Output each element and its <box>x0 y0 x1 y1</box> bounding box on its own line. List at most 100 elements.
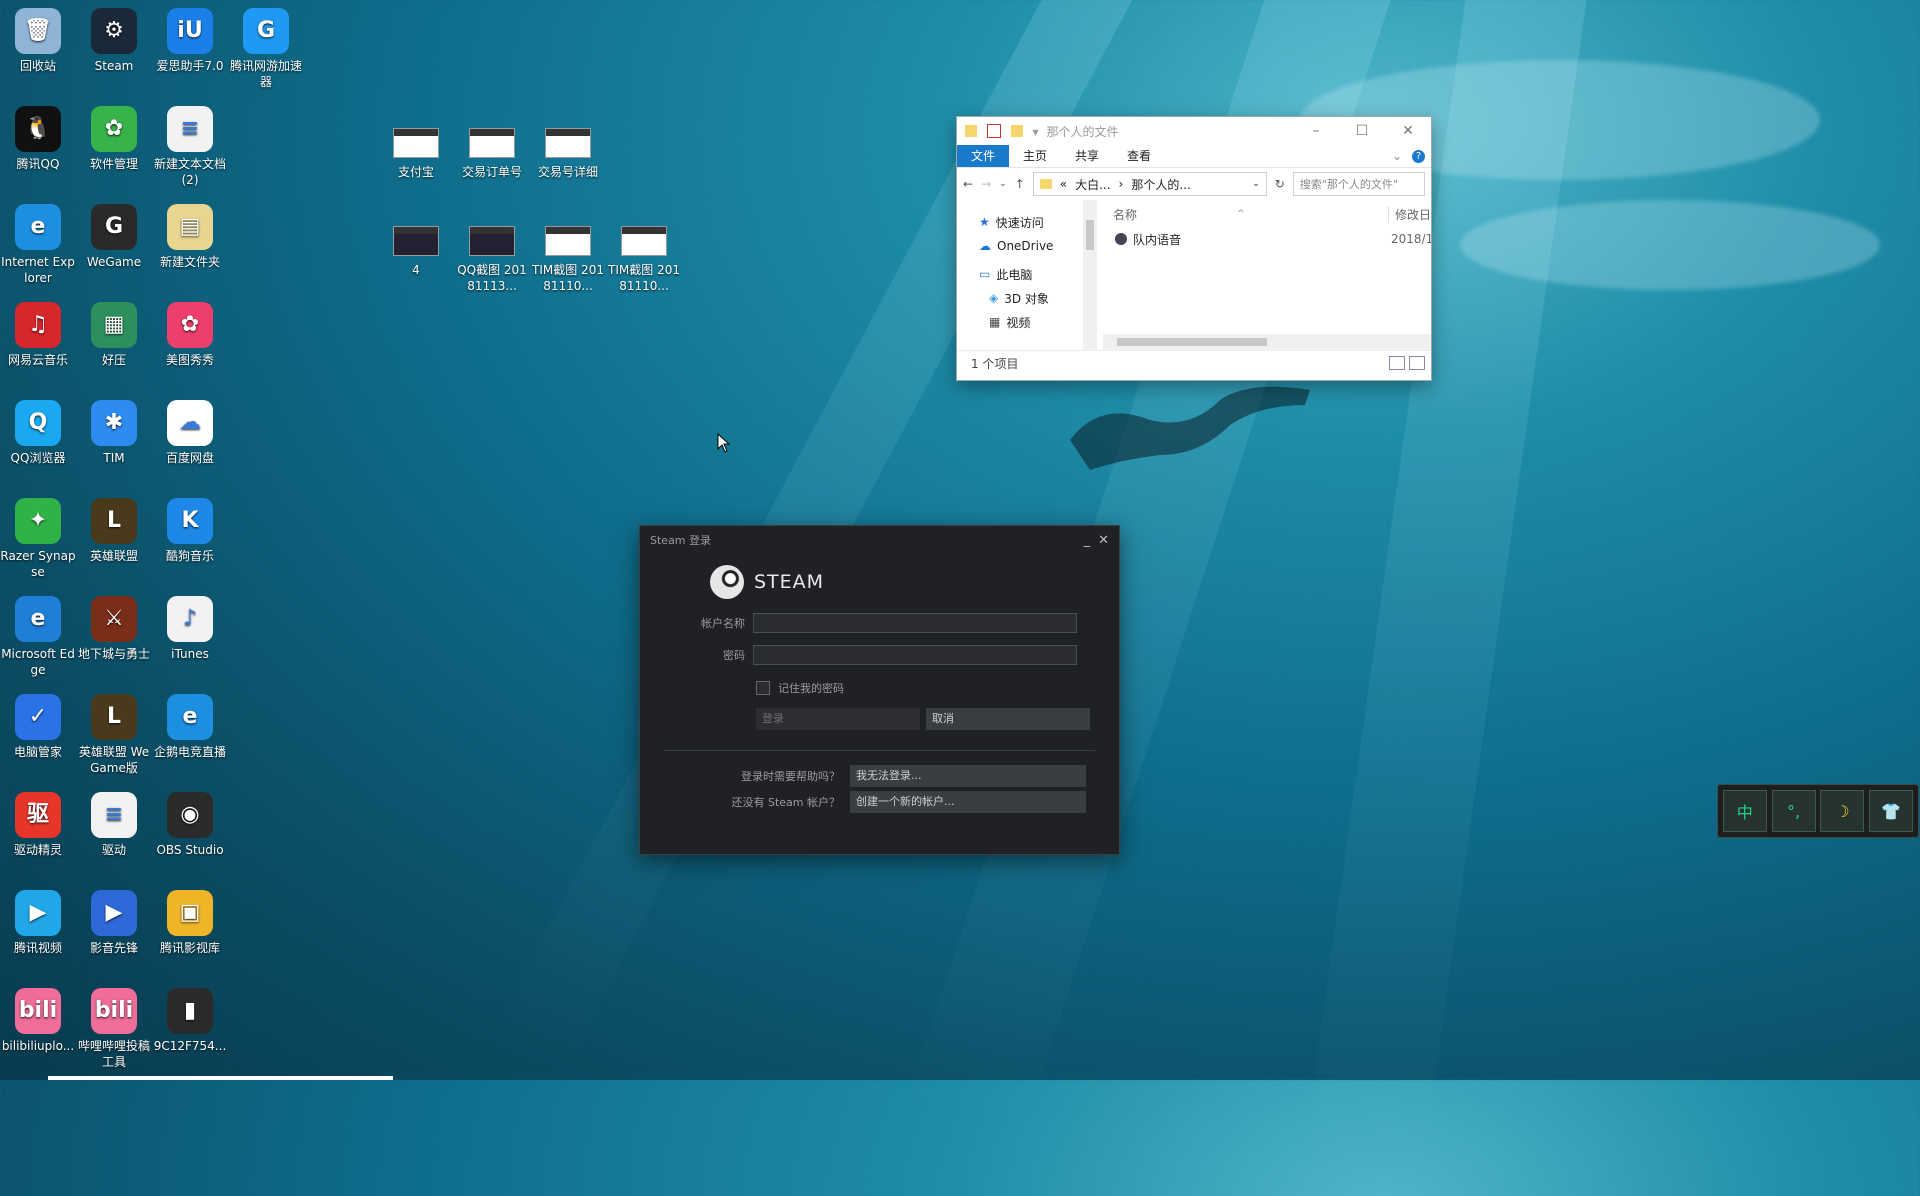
navigation-pane: ★ 快速访问 ☁ OneDrive ▭ 此电脑 ◈ 3D 对象 ▦ 视频 <box>957 200 1097 350</box>
ime-chinese-mode-icon[interactable]: 中 <box>1722 790 1767 832</box>
desktop-icon-label: TIM <box>103 451 125 465</box>
recent-dropdown-icon[interactable]: ⌄ <box>999 179 1007 189</box>
remember-password-label[interactable]: 记住我的密码 <box>778 680 844 696</box>
remember-password-checkbox[interactable] <box>756 681 770 695</box>
desktop-file[interactable]: 交易订单号 <box>454 118 530 180</box>
ime-skin-icon[interactable]: 👕 <box>1869 790 1914 832</box>
desktop-icon[interactable]: ▤ 新建文件夹 <box>152 202 228 270</box>
details-view-icon[interactable] <box>1389 356 1405 370</box>
desktop-icon[interactable]: e Internet Explorer <box>0 202 76 286</box>
desktop-icon[interactable]: e Microsoft Edge <box>0 594 76 678</box>
desktop-icon[interactable]: ✿ 美图秀秀 <box>152 300 228 368</box>
nav-item[interactable]: ☁ OneDrive <box>957 234 1097 258</box>
desktop-icon[interactable]: ✿ 软件管理 <box>76 104 152 172</box>
desktop-icon[interactable]: K 酷狗音乐 <box>152 496 228 564</box>
breadcrumb-item[interactable]: 大白... <box>1075 176 1110 193</box>
help-icon[interactable]: ? <box>1412 149 1425 163</box>
search-input[interactable]: 搜索"那个人的文件" <box>1292 172 1425 196</box>
new-folder-icon[interactable] <box>1010 125 1023 138</box>
desktop-icon[interactable]: ◉ OBS Studio <box>152 790 228 858</box>
ribbon-tab-file[interactable]: 文件 <box>957 145 1010 167</box>
explorer-titlebar[interactable]: ▾ 那个人的文件 – ☐ ✕ <box>957 117 1431 145</box>
password-input[interactable] <box>753 645 1077 665</box>
ime-punctuation-icon[interactable]: °, <box>1771 790 1816 832</box>
dropdown-arrow-icon[interactable]: ▾ <box>1032 125 1040 139</box>
account-input[interactable] <box>753 613 1077 633</box>
desktop-icon[interactable]: G WeGame <box>76 202 152 270</box>
ribbon-tab-share[interactable]: 共享 <box>1061 145 1113 167</box>
create-account-button[interactable]: 创建一个新的帐户... <box>850 791 1086 813</box>
steam-titlebar[interactable]: Steam 登录 _ ✕ <box>640 526 1119 554</box>
cancel-button[interactable]: 取消 <box>926 708 1090 730</box>
nav-item[interactable]: ◈ 3D 对象 <box>957 286 1097 310</box>
nav-item[interactable]: ★ 快速访问 <box>957 210 1097 234</box>
desktop-icon[interactable]: bili 哔哩哔哩投稿工具 <box>76 986 152 1070</box>
desktop-icon[interactable]: ✦ Razer Synapse <box>0 496 76 580</box>
refresh-icon[interactable]: ↻ <box>1275 177 1285 191</box>
desktop-file[interactable]: QQ截图 20181113... <box>454 216 530 294</box>
desktop-icon[interactable]: ≡ 驱动 <box>76 790 152 858</box>
ribbon-tab-home[interactable]: 主页 <box>1009 145 1061 167</box>
desktop-file[interactable]: 交易号详细 <box>530 118 606 180</box>
login-button[interactable]: 登录 <box>756 708 920 730</box>
desktop-icon[interactable]: ✱ TIM <box>76 398 152 466</box>
desktop-icon[interactable]: ▶ 影音先锋 <box>76 888 152 956</box>
horizontal-scrollbar[interactable] <box>1103 334 1431 350</box>
desktop-icon[interactable]: 🐧 腾讯QQ <box>0 104 76 172</box>
desktop-icon[interactable]: ≡ 新建文本文档 (2) <box>152 104 228 188</box>
desktop-icon[interactable]: ⚙ Steam <box>76 6 152 74</box>
desktop-icon[interactable]: Q QQ浏览器 <box>0 398 76 466</box>
desktop-icon[interactable]: ▮ 9C12F754... <box>152 986 228 1054</box>
desktop-icon[interactable]: bili bilibiliuplo... <box>0 986 76 1054</box>
column-header-modified[interactable]: 修改日 <box>1388 205 1431 223</box>
desktop-icon[interactable]: ⚔ 地下城与勇士 <box>76 594 152 662</box>
file-explorer-window[interactable]: ▾ 那个人的文件 – ☐ ✕ 文件 主页 共享 查看 ⌄ ? ← → ⌄ ↑ «… <box>956 116 1432 381</box>
back-icon[interactable]: ← <box>963 177 973 191</box>
desktop-icon[interactable]: ♪ iTunes <box>152 594 228 662</box>
desktop-icon[interactable]: ▣ 腾讯影视库 <box>152 888 228 956</box>
column-header-name[interactable]: 名称 <box>1113 206 1137 223</box>
desktop-icon[interactable]: 驱驱动精灵 <box>0 790 76 858</box>
desktop-icon-label: 哔哩哔哩投稿工具 <box>77 1039 150 1069</box>
ime-toolbar[interactable]: 中 °, ☽ 👕 <box>1717 784 1919 838</box>
up-icon[interactable]: ↑ <box>1015 177 1025 191</box>
desktop-icon[interactable]: L 英雄联盟 <box>76 496 152 564</box>
desktop-file[interactable]: TIM截图 20181110... <box>530 216 606 294</box>
desktop-file[interactable]: 4 <box>378 216 454 278</box>
ribbon-expand-icon[interactable]: ⌄ <box>1392 145 1402 167</box>
address-bar[interactable]: « 大白... › 那个人的... ⌄ <box>1032 172 1267 196</box>
large-icons-view-icon[interactable] <box>1409 356 1425 370</box>
desktop-icon[interactable]: e 企鹅电竞直播 <box>152 692 228 760</box>
nav-item[interactable]: ▦ 视频 <box>957 310 1097 334</box>
desktop-icon[interactable]: iU 爱思助手7.0 <box>152 6 228 74</box>
desktop-icon[interactable]: ▦ 好压 <box>76 300 152 368</box>
ribbon-tab-view[interactable]: 查看 <box>1113 145 1165 167</box>
file-row[interactable]: 队内语音 2018/1 <box>1097 228 1431 250</box>
desktop-icon[interactable]: L 英雄联盟 WeGame版 <box>76 692 152 776</box>
properties-icon[interactable] <box>986 124 1001 139</box>
nav-scrollbar[interactable] <box>1083 200 1097 350</box>
breadcrumb-overflow[interactable]: « <box>1060 177 1067 191</box>
desktop-icon[interactable]: ☁ 百度网盘 <box>152 398 228 466</box>
nav-item[interactable]: ▭ 此电脑 <box>957 262 1097 286</box>
desktop-file[interactable]: TIM截图 20181110... <box>606 216 682 294</box>
cant-login-button[interactable]: 我无法登录... <box>850 765 1086 787</box>
ime-halfwidth-moon-icon[interactable]: ☽ <box>1820 790 1865 832</box>
minimize-button[interactable]: _ <box>1084 533 1091 548</box>
maximize-button[interactable]: ☐ <box>1339 123 1385 139</box>
forward-icon[interactable]: → <box>981 177 991 191</box>
close-button[interactable]: ✕ <box>1385 123 1431 139</box>
chevron-down-icon[interactable]: ⌄ <box>1252 179 1260 189</box>
app-icon: e <box>15 204 61 250</box>
minimize-button[interactable]: – <box>1293 123 1339 139</box>
desktop-icon[interactable]: G 腾讯网游加速器 <box>228 6 304 90</box>
desktop-icon[interactable]: ▶ 腾讯视频 <box>0 888 76 956</box>
desktop-file[interactable]: 支付宝 <box>378 118 454 180</box>
desktop-icon[interactable]: ♫ 网易云音乐 <box>0 300 76 368</box>
desktop-file-label: 支付宝 <box>397 165 434 179</box>
close-button[interactable]: ✕ <box>1098 533 1109 548</box>
breadcrumb-item[interactable]: 那个人的... <box>1131 176 1190 193</box>
desktop-icon[interactable]: 🗑 回收站 <box>0 6 76 74</box>
steam-login-dialog[interactable]: Steam 登录 _ ✕ STEAM 帐户名称 密码 记住我的密码 登录 取消 … <box>639 525 1120 855</box>
desktop-icon[interactable]: ✓ 电脑管家 <box>0 692 76 760</box>
